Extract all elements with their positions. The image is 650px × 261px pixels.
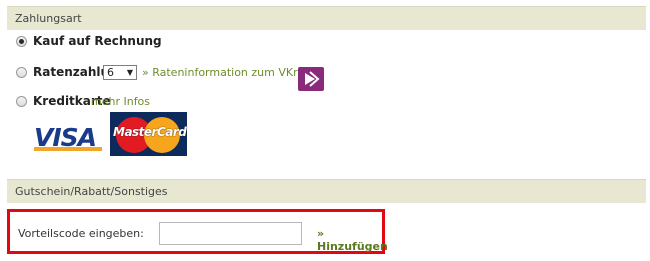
voucher-header: Gutschein/Rabatt/Sonstiges	[7, 179, 646, 203]
rateninformation-link[interactable]: » Rateninformation zum VKrG	[142, 66, 306, 79]
visa-underline	[34, 147, 102, 151]
radio-ratenzahlung[interactable]	[16, 67, 27, 78]
mastercard-logo: MasterCard	[110, 112, 187, 156]
vkrg-logo-icon	[298, 67, 324, 91]
voucher-code-box: Vorteilscode eingeben: » Hinzufügen	[7, 209, 388, 254]
mastercard-text: MasterCard	[113, 125, 187, 139]
radio-kreditkarte[interactable]	[16, 96, 27, 107]
dropdown-arrow-icon: ▼	[126, 68, 133, 77]
option-label-kauf-auf-rechnung: Kauf auf Rechnung	[33, 34, 162, 48]
mehr-infos-link[interactable]: mehr Infos	[91, 95, 150, 108]
voucher-code-input[interactable]	[159, 222, 302, 245]
payment-method-header: Zahlungsart	[7, 6, 646, 30]
installments-select[interactable]: 6 ▼	[103, 65, 137, 80]
add-voucher-link[interactable]: » Hinzufügen	[317, 227, 388, 253]
voucher-code-label: Vorteilscode eingeben:	[18, 227, 144, 240]
radio-kauf-auf-rechnung[interactable]	[16, 36, 27, 47]
installments-value: 6	[107, 66, 114, 79]
